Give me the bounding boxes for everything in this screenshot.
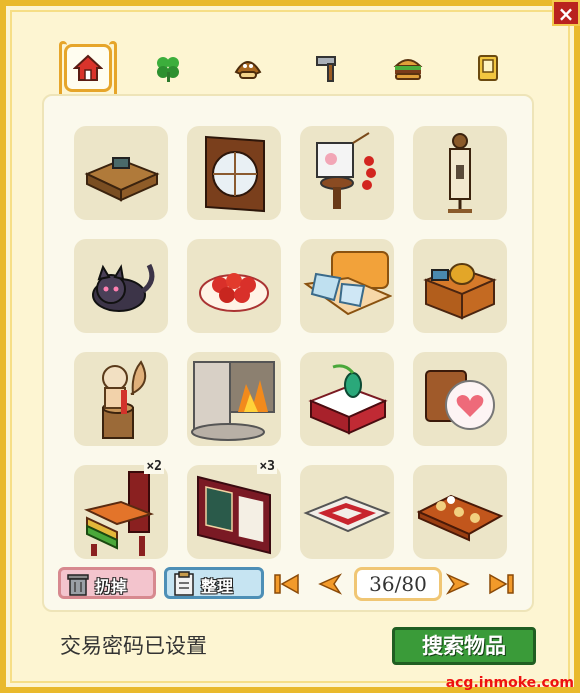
book-icon	[478, 55, 498, 81]
sort-label: 整理	[201, 577, 234, 596]
stacked-cushion-chair-icon	[83, 471, 155, 556]
vase-table-icon	[308, 364, 388, 435]
item-slot[interactable]	[300, 465, 394, 559]
lantern-stand-icon	[316, 132, 376, 209]
heart-cushions-icon	[425, 370, 495, 430]
item-slot[interactable]	[187, 239, 281, 333]
chestnut-icon	[234, 61, 262, 79]
lattice-window-icon	[197, 475, 271, 555]
page-indicator: 36/80	[354, 567, 442, 601]
close-button[interactable]: ×	[552, 0, 580, 26]
discard-label: 扔掉	[95, 577, 128, 596]
patterned-rug-icon	[303, 495, 391, 533]
trash-can-icon	[67, 574, 89, 596]
prev-arrow-icon	[318, 573, 343, 595]
item-slot[interactable]	[300, 239, 394, 333]
cushion-sofa-icon	[303, 251, 392, 316]
squirrel-stump-icon	[102, 360, 147, 439]
last-page-icon	[489, 573, 514, 595]
item-slot[interactable]	[187, 352, 281, 446]
item-slot[interactable]	[413, 465, 507, 559]
item-slot[interactable]	[74, 239, 168, 333]
item-count: ×3	[257, 459, 277, 474]
inventory-toolbar: 扔掉 整理 36/80	[58, 565, 526, 601]
item-slot[interactable]	[413, 126, 507, 220]
prev-page-button[interactable]	[314, 571, 344, 597]
last-page-button[interactable]	[486, 571, 516, 597]
tab-plants[interactable]	[144, 44, 192, 92]
next-arrow-icon	[445, 573, 470, 595]
tab-food[interactable]	[384, 44, 432, 92]
tab-books[interactable]	[464, 44, 512, 92]
item-panel: ×2 ×3	[42, 94, 534, 612]
food-tray-icon	[416, 494, 504, 542]
round-window-screen-icon	[205, 135, 265, 213]
tab-materials[interactable]	[224, 44, 272, 92]
item-slot[interactable]	[413, 352, 507, 446]
first-page-button[interactable]	[272, 571, 302, 597]
house-icon	[73, 54, 103, 81]
item-slot[interactable]	[187, 126, 281, 220]
tab-furniture[interactable]	[59, 41, 117, 101]
sort-button[interactable]: 整理	[164, 567, 264, 599]
item-slot[interactable]	[300, 126, 394, 220]
next-page-button[interactable]	[444, 571, 474, 597]
fruit-bowl-icon	[199, 273, 269, 312]
clipboard-icon	[174, 571, 194, 596]
trade-password-status: 交易密码已设置	[60, 634, 207, 658]
tab-tools[interactable]	[304, 44, 352, 92]
hanging-scroll-lamp-icon	[448, 133, 472, 213]
category-tabs	[48, 41, 528, 101]
black-cat-icon	[92, 263, 155, 312]
item-slot[interactable]	[300, 352, 394, 446]
item-slot[interactable]: ×2	[74, 459, 168, 559]
search-items-button[interactable]: 搜索物品	[392, 627, 536, 665]
first-page-icon	[274, 573, 299, 595]
burger-icon	[393, 59, 423, 80]
item-slot[interactable]	[413, 239, 507, 333]
item-slot[interactable]	[74, 126, 168, 220]
item-slot[interactable]: ×3	[187, 459, 281, 559]
item-count: ×2	[144, 459, 164, 474]
discard-button[interactable]: 扔掉	[58, 567, 156, 599]
stone-fireplace-icon	[191, 361, 275, 441]
kettle-stove-icon	[423, 263, 497, 320]
watermark: acg.inmoke.com	[445, 675, 574, 691]
item-slot[interactable]	[74, 352, 168, 446]
hammer-icon	[316, 56, 336, 82]
tv-cabinet-icon	[84, 157, 160, 202]
clover-icon	[157, 57, 179, 82]
